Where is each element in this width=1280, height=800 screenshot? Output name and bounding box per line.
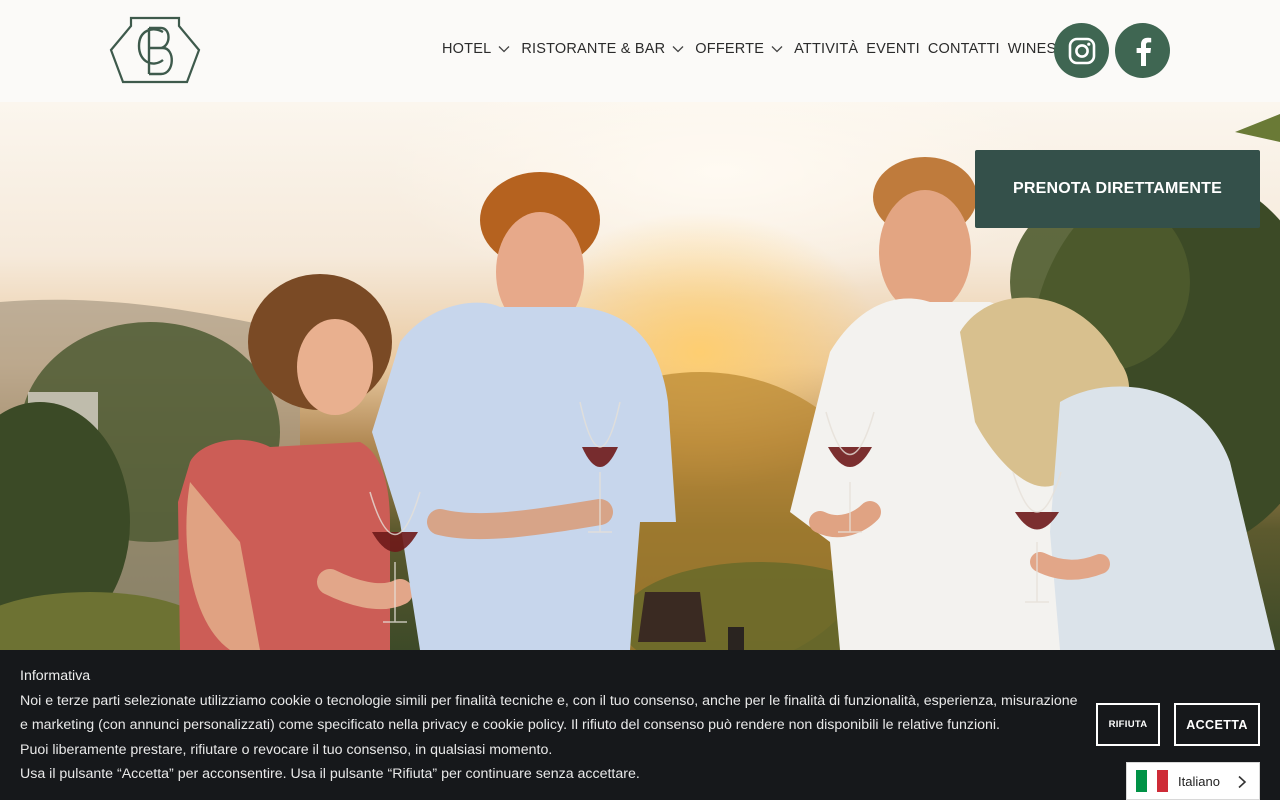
chevron-down-icon <box>672 46 684 53</box>
cookie-paragraph: Noi e terze parti selezionate utilizziam… <box>20 692 1078 734</box>
nav-item-offerte[interactable]: OFFERTE <box>695 41 786 57</box>
nav-item-label: ATTIVITÀ <box>794 41 859 57</box>
instagram-icon <box>1068 37 1095 64</box>
facebook-icon <box>1136 37 1151 66</box>
nav-item-hotel[interactable]: HOTEL <box>442 41 513 57</box>
instagram-link[interactable] <box>1054 23 1109 78</box>
nav-item-contatti[interactable]: CONTATTI <box>928 41 1000 57</box>
main-navigation: HOTEL RISTORANTE & BAR OFFERTE ATTIVITÀ … <box>442 41 1096 57</box>
book-direct-button[interactable]: PRENOTA DIRETTAMENTE <box>975 150 1260 228</box>
facebook-link[interactable] <box>1115 23 1170 78</box>
nav-item-label: RISTORANTE & BAR <box>521 41 666 57</box>
italy-flag-icon <box>1136 770 1169 792</box>
nav-item-label: CONTATTI <box>927 41 1000 57</box>
nav-item-label: EVENTI <box>866 41 920 57</box>
language-label: Italiano <box>1178 773 1220 789</box>
hotel-logo[interactable] <box>109 16 201 84</box>
cookie-paragraph: Puoi liberamente prestare, rifiutare o r… <box>20 741 553 758</box>
nav-item-ristorante-bar[interactable]: RISTORANTE & BAR <box>521 41 687 57</box>
site-header: HOTEL RISTORANTE & BAR OFFERTE ATTIVITÀ … <box>0 0 1280 102</box>
cookie-title: Informativa <box>20 668 91 684</box>
nav-item-label: OFFERTE <box>695 41 765 57</box>
cookie-banner: Informativa Noi e terze parti selezionat… <box>0 650 1280 800</box>
chevron-right-icon <box>1238 775 1247 789</box>
chevron-down-icon <box>498 46 510 53</box>
chevron-down-icon <box>771 46 783 53</box>
nav-item-attivita[interactable]: ATTIVITÀ <box>794 41 858 57</box>
cookie-text: Informativa Noi e terze parti selezionat… <box>20 664 1080 787</box>
nav-item-label: HOTEL <box>442 41 492 57</box>
nav-item-eventi[interactable]: EVENTI <box>866 41 920 57</box>
reject-cookies-button[interactable]: RIFIUTA <box>1096 703 1160 746</box>
cookie-paragraph: Usa il pulsante “Accetta” per acconsenti… <box>20 766 640 783</box>
language-selector[interactable]: Italiano <box>1126 762 1260 800</box>
accept-cookies-button[interactable]: ACCETTA <box>1174 703 1260 746</box>
